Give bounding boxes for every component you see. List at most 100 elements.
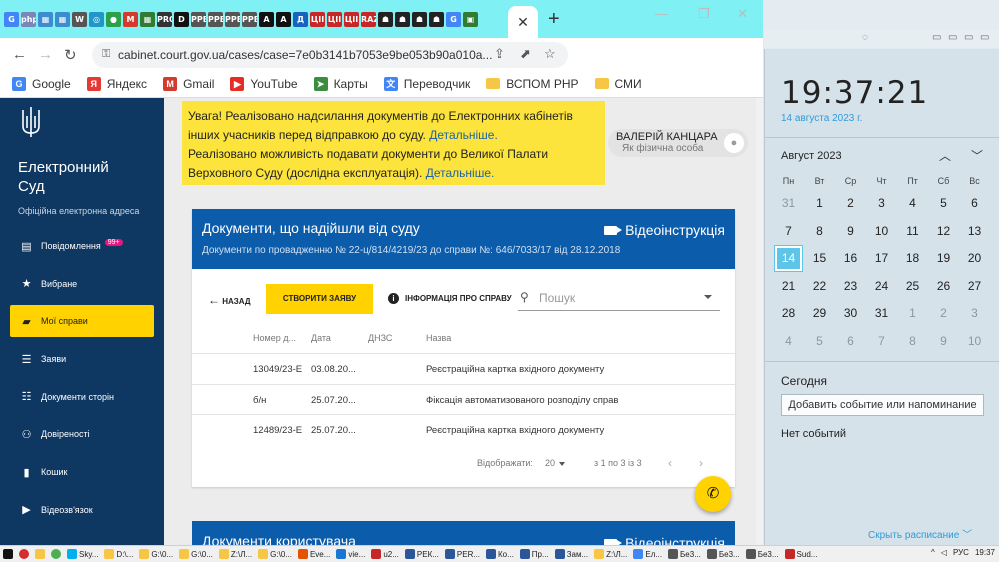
- reload-icon[interactable]: ↻: [64, 46, 77, 64]
- calendar-day[interactable]: 6: [959, 190, 990, 218]
- table-row[interactable]: 12489/23-Е 25.07.20... Реєстраційна картка…: [192, 414, 735, 444]
- site-info-icon[interactable]: ⚿: [102, 48, 110, 61]
- pinned-tab[interactable]: Д: [293, 12, 308, 27]
- calendar-day[interactable]: 10: [866, 218, 897, 246]
- pinned-tab[interactable]: php: [21, 12, 36, 27]
- close-icon[interactable]: ▭: [980, 32, 989, 43]
- calendar-day[interactable]: 1: [804, 190, 835, 218]
- explorer-button[interactable]: [32, 547, 48, 562]
- hide-schedule-link[interactable]: Скрыть расписание ﹀: [868, 526, 972, 541]
- calendar-day[interactable]: 16: [835, 245, 866, 273]
- calendar-day[interactable]: 25: [897, 273, 928, 301]
- chevron-down-icon[interactable]: [704, 295, 712, 299]
- page-scrollbar[interactable]: [756, 98, 763, 545]
- calendar-day[interactable]: 9: [835, 218, 866, 246]
- calendar-day[interactable]: 31: [866, 300, 897, 328]
- pinned-tab[interactable]: ЦІІ: [327, 12, 342, 27]
- bookmark-item[interactable]: ▶ YouTube: [230, 76, 298, 91]
- calendar-day[interactable]: 22: [804, 273, 835, 301]
- sidebar-item[interactable]: ☰ Заяви: [10, 343, 154, 375]
- calendar-day[interactable]: 6: [835, 328, 866, 356]
- pinned-tab[interactable]: РРБ: [208, 12, 223, 27]
- pinned-tab[interactable]: PRO: [157, 12, 172, 27]
- prev-page-icon[interactable]: ‹: [668, 456, 672, 470]
- calendar-day[interactable]: 26: [928, 273, 959, 301]
- calendar-day[interactable]: 18: [897, 245, 928, 273]
- url-text[interactable]: cabinet.court.gov.ua/cases/case=7e0b3141…: [118, 48, 492, 62]
- notice-details-link-2[interactable]: Детальніше.: [426, 166, 495, 180]
- calendar-day[interactable]: 8: [897, 328, 928, 356]
- table-row[interactable]: 13049/23-Е 03.08.20... Реєстраційна картка…: [192, 353, 735, 383]
- calendar-day[interactable]: 21: [773, 273, 804, 301]
- active-tab[interactable]: ✕: [508, 6, 538, 38]
- case-info-button[interactable]: i ІНФОРМАЦІЯ ПРО СПРАВУ: [388, 293, 512, 304]
- taskbar-clock[interactable]: 19:37: [975, 548, 995, 557]
- calendar-day[interactable]: 29: [804, 300, 835, 328]
- pinned-tab[interactable]: РРБ: [242, 12, 257, 27]
- calendar-day[interactable]: 4: [773, 328, 804, 356]
- minimize-icon[interactable]: —: [655, 6, 668, 21]
- address-bar[interactable]: ⚿ cabinet.court.gov.ua/cases/case=7e0b31…: [92, 42, 568, 68]
- calendar-day[interactable]: 19: [928, 245, 959, 273]
- phone-call-button[interactable]: ✆: [695, 476, 731, 512]
- sidebar-item[interactable]: ★ Вибране: [10, 268, 154, 300]
- taskbar-item[interactable]: D:\...: [101, 547, 136, 562]
- calendar-day[interactable]: 7: [866, 328, 897, 356]
- pinned-tab[interactable]: РРБ: [225, 12, 240, 27]
- next-page-icon[interactable]: ›: [699, 456, 703, 470]
- calendar-day[interactable]: 23: [835, 273, 866, 301]
- calendar-day[interactable]: 10: [959, 328, 990, 356]
- pinned-tab[interactable]: ▦: [55, 12, 70, 27]
- chrome-button[interactable]: [48, 547, 64, 562]
- taskbar-item[interactable]: Sky...: [64, 547, 101, 562]
- calendar-day[interactable]: 3: [959, 300, 990, 328]
- pinned-tab[interactable]: ▦: [140, 12, 155, 27]
- pinned-tab[interactable]: D: [174, 12, 189, 27]
- taskbar-item[interactable]: Eve...: [295, 547, 333, 562]
- pinned-tab[interactable]: ☗: [412, 12, 427, 27]
- calendar-day[interactable]: 7: [773, 218, 804, 246]
- chevron-down-icon[interactable]: ﹀: [971, 147, 983, 164]
- taskbar-item[interactable]: u2...: [368, 547, 402, 562]
- bookmark-item[interactable]: ВСПОМ РНР: [486, 77, 579, 91]
- pinned-tab[interactable]: ◎: [89, 12, 104, 27]
- taskbar-item[interactable]: PER...: [442, 547, 483, 562]
- sidebar-item[interactable]: ▰ Мої справи: [10, 305, 154, 338]
- video-instruction-link-2[interactable]: Відеоінструкція: [604, 535, 725, 545]
- calendar-day[interactable]: 9: [928, 328, 959, 356]
- window-close-icon[interactable]: ✕: [737, 6, 748, 22]
- bookmark-item[interactable]: G Google: [12, 76, 71, 91]
- sidebar-item[interactable]: ▶ Відеозв'язок: [10, 494, 154, 526]
- back-button[interactable]: ← НАЗАД: [208, 293, 251, 307]
- open-external-icon[interactable]: ⬈: [520, 46, 531, 62]
- pinned-tab[interactable]: ЦІІ: [344, 12, 359, 27]
- taskbar-item[interactable]: vie...: [333, 547, 368, 562]
- search-placeholder[interactable]: Пошук: [539, 291, 575, 305]
- month-label[interactable]: Август 2023: [781, 150, 842, 162]
- taskbar-item[interactable]: Z:\Л...: [591, 547, 630, 562]
- start-button[interactable]: [0, 547, 16, 562]
- taskbar-item[interactable]: G:\0...: [176, 547, 216, 562]
- calendar-day[interactable]: 27: [959, 273, 990, 301]
- taskbar-item[interactable]: РЕК...: [402, 547, 442, 562]
- taskbar-item[interactable]: Z:\Л...: [216, 547, 255, 562]
- sidebar-item[interactable]: ⚇ Довіреності: [10, 418, 154, 450]
- column-number[interactable]: Номер д...: [253, 333, 296, 343]
- pinned-tab[interactable]: G: [4, 12, 19, 27]
- calendar-day[interactable]: 28: [773, 300, 804, 328]
- pinned-tab[interactable]: A: [259, 12, 274, 27]
- column-date[interactable]: Дата: [311, 333, 331, 343]
- taskbar-item[interactable]: Ел...: [630, 547, 665, 562]
- calendar-day[interactable]: 3: [866, 190, 897, 218]
- taskbar-item[interactable]: G:\0...: [255, 547, 295, 562]
- user-chip[interactable]: ВАЛЕРІЙ КАНЦАРА Як фізична особа ●: [608, 129, 748, 157]
- taskbar-item[interactable]: Зам...: [552, 547, 591, 562]
- pinned-tab[interactable]: РРБ: [191, 12, 206, 27]
- column-dnzs[interactable]: ДНЗС: [368, 333, 392, 343]
- calendar-day[interactable]: 5: [928, 190, 959, 218]
- calendar-day[interactable]: 20: [959, 245, 990, 273]
- calendar-day[interactable]: 11: [897, 218, 928, 246]
- calendar-day[interactable]: 2: [835, 190, 866, 218]
- tray-up-icon[interactable]: ^: [931, 548, 935, 557]
- calendar-day[interactable]: 2: [928, 300, 959, 328]
